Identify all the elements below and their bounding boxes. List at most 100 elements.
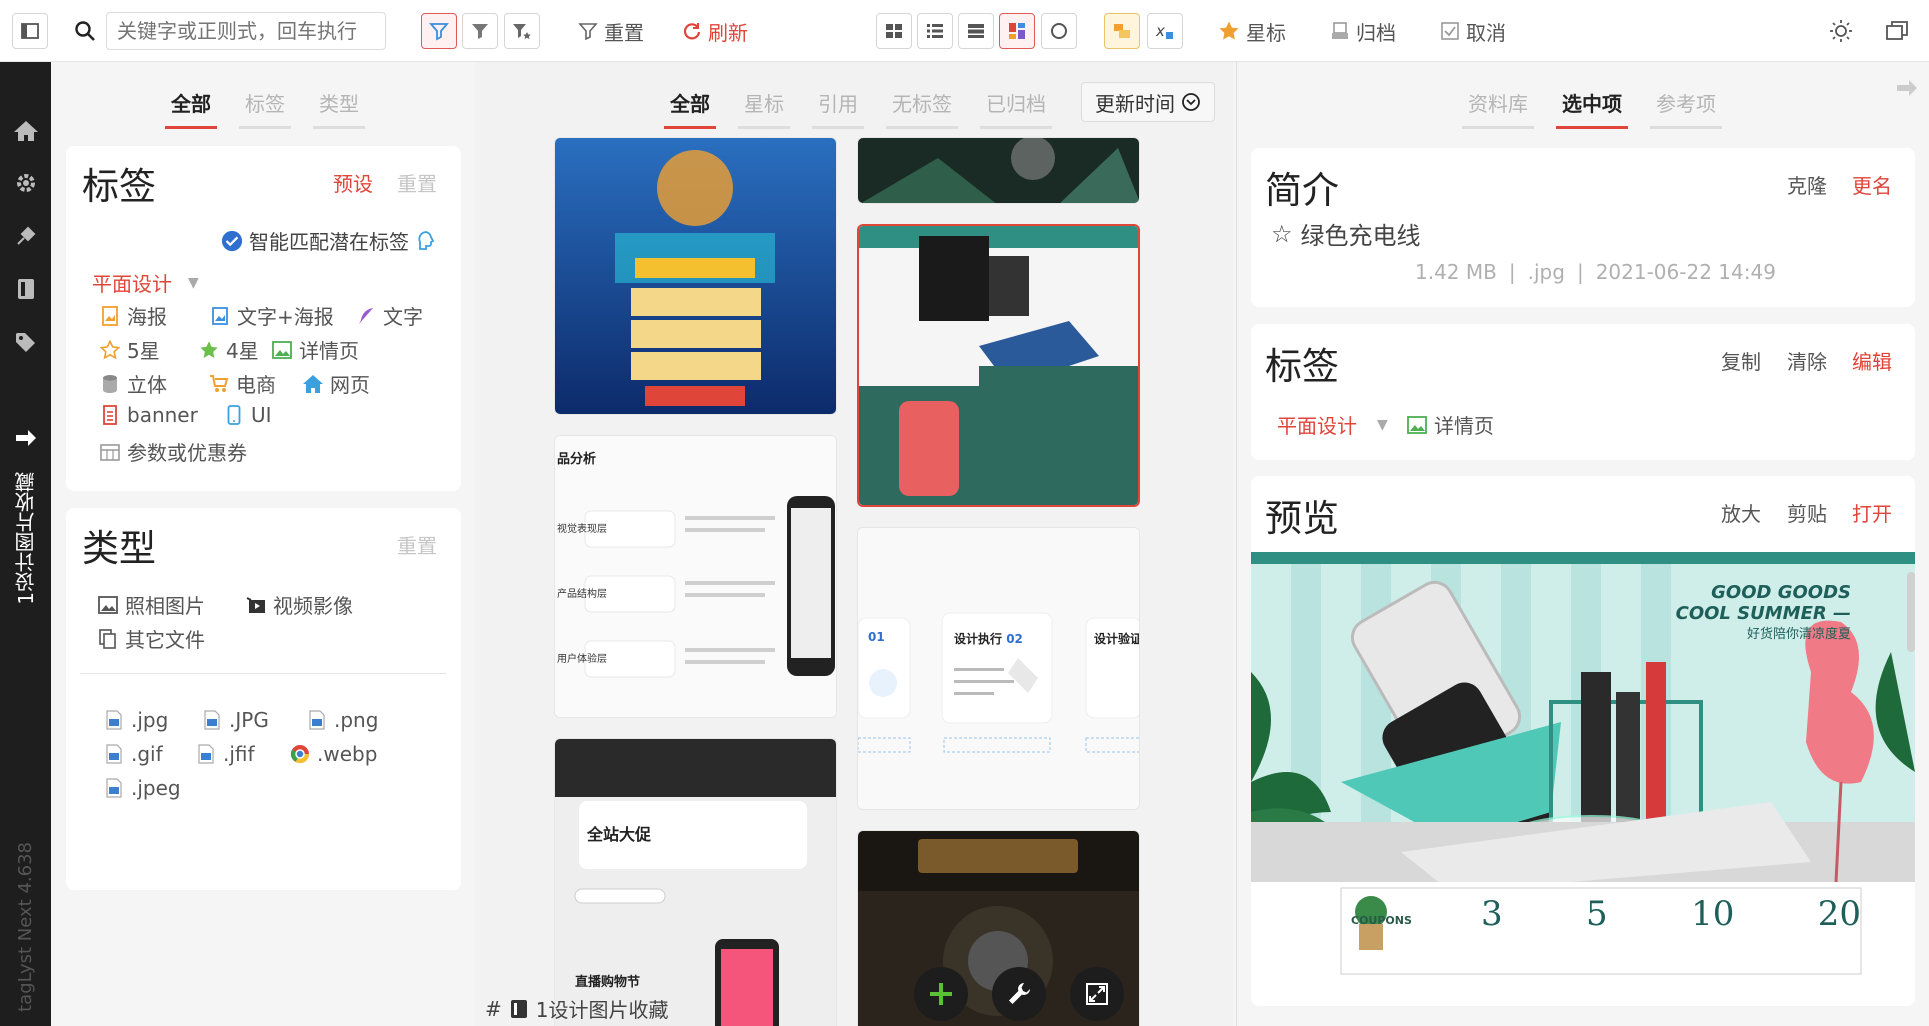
- tab-archived[interactable]: 已归档: [980, 84, 1052, 129]
- filter-solid-button[interactable]: [462, 13, 498, 49]
- scrollbar-thumb[interactable]: [1907, 572, 1915, 652]
- extension-item[interactable]: .webp: [289, 742, 377, 766]
- collection-footer: # 1设计图片收藏: [485, 996, 669, 1023]
- smart-match-toggle[interactable]: 智能匹配潜在标签: [221, 226, 437, 255]
- extension-item[interactable]: .png: [306, 708, 378, 732]
- tag-item[interactable]: 详情页: [1406, 410, 1494, 439]
- calendar-icon: [99, 441, 121, 463]
- tab-all[interactable]: 全部: [165, 84, 217, 129]
- reset-button[interactable]: 重置: [578, 13, 644, 49]
- search-input[interactable]: [106, 12, 386, 50]
- thumbnail-promo[interactable]: 全站大促 直播购物节: [554, 738, 837, 1026]
- tab-library[interactable]: 资料库: [1462, 84, 1534, 129]
- toggle-sidebar-button[interactable]: [12, 13, 48, 49]
- tag-item[interactable]: 海报: [99, 301, 167, 330]
- add-button[interactable]: [914, 967, 968, 1021]
- clear-tags-button[interactable]: 清除: [1787, 346, 1827, 375]
- caret-down-icon: ▼: [1377, 416, 1388, 433]
- tag-item[interactable]: 网页: [302, 369, 370, 398]
- tab-types[interactable]: 类型: [313, 84, 365, 129]
- tags-icon[interactable]: [12, 328, 40, 356]
- tag-item[interactable]: 立体: [99, 369, 167, 398]
- tag-item[interactable]: 参数或优惠券: [99, 437, 247, 466]
- tag-group-flat-design[interactable]: 平面设计 ▼: [92, 268, 199, 297]
- archive-button[interactable]: 归档: [1330, 13, 1396, 49]
- tag-item[interactable]: 4星: [198, 335, 259, 364]
- collapse-panel-button[interactable]: [1895, 78, 1919, 102]
- banner-icon: [99, 404, 121, 426]
- tab-untagged[interactable]: 无标签: [886, 84, 958, 129]
- image-file-icon: [103, 777, 125, 799]
- picture-icon: [1406, 414, 1428, 436]
- tag-item[interactable]: UI: [223, 403, 272, 427]
- book-icon[interactable]: [12, 275, 40, 303]
- view-grid-button[interactable]: [876, 13, 912, 49]
- filter-button[interactable]: [421, 13, 457, 49]
- left-panel: 全部 标签 类型 标签 预设 重置 智能匹配潜在标签 平面设计 ▼ 海报 文字+…: [51, 62, 475, 1026]
- star-button[interactable]: 星标: [1218, 13, 1286, 49]
- tag-item[interactable]: 文字: [355, 301, 423, 330]
- preset-button[interactable]: 预设: [333, 168, 373, 197]
- fullscreen-button[interactable]: [1070, 967, 1124, 1021]
- copy-tags-button[interactable]: 复制: [1721, 346, 1761, 375]
- theme-toggle-button[interactable]: [1826, 13, 1856, 49]
- tag-item[interactable]: 电商: [208, 369, 276, 398]
- caret-down-icon: ▼: [188, 274, 199, 291]
- extension-item[interactable]: .jpg: [103, 708, 168, 732]
- edit-tags-button[interactable]: 编辑: [1852, 346, 1892, 375]
- extension-item[interactable]: .gif: [103, 742, 163, 766]
- types-reset-button[interactable]: 重置: [397, 530, 437, 559]
- thumbnail-analysis[interactable]: 品分析 视觉表现层 产品结构层 用户体验层: [554, 435, 837, 718]
- plugin-icon[interactable]: [12, 222, 40, 250]
- rows-icon: [968, 24, 984, 38]
- gear-icon[interactable]: [12, 169, 40, 197]
- arrow-right-icon[interactable]: [12, 424, 40, 452]
- view-circle-button[interactable]: [1041, 13, 1077, 49]
- rename-button[interactable]: 更名: [1852, 170, 1892, 199]
- tab-reference[interactable]: 参考项: [1650, 84, 1722, 129]
- zoom-button[interactable]: 放大: [1721, 498, 1761, 527]
- sort-dropdown[interactable]: 更新时间: [1081, 82, 1215, 122]
- thumbnail-game-poster[interactable]: [554, 137, 837, 415]
- tag-group-flat-design[interactable]: 平面设计 ▼: [1277, 410, 1388, 439]
- tab-starred[interactable]: 星标: [738, 84, 790, 129]
- formula-button[interactable]: x: [1147, 13, 1183, 49]
- collection-name-vertical[interactable]: 1设计图片收藏: [0, 472, 51, 605]
- cancel-button[interactable]: 取消: [1440, 13, 1506, 49]
- clone-button[interactable]: 克隆: [1787, 170, 1827, 199]
- type-item[interactable]: 照相图片: [97, 590, 205, 619]
- tag-item[interactable]: 详情页: [271, 335, 359, 364]
- view-masonry-button[interactable]: [999, 13, 1035, 49]
- home-icon[interactable]: [12, 117, 40, 145]
- tab-selected[interactable]: 选中项: [1556, 84, 1628, 129]
- tab-tags[interactable]: 标签: [239, 84, 291, 129]
- star-filled-icon: [198, 339, 220, 361]
- filter-star-button[interactable]: [504, 13, 540, 49]
- extension-item[interactable]: .jpeg: [103, 776, 181, 800]
- video-icon: [245, 594, 267, 616]
- star-outline-icon[interactable]: ☆: [1271, 220, 1293, 248]
- preview-image[interactable]: GOOD GOODS COOL SUMMER — 好货陪你清凉度夏 COUPON…: [1251, 552, 1915, 988]
- window-button[interactable]: [1882, 13, 1912, 49]
- tab-referenced[interactable]: 引用: [812, 84, 864, 129]
- paste-button[interactable]: 剪贴: [1787, 498, 1827, 527]
- tag-item[interactable]: 5星: [99, 335, 160, 364]
- folder-tags-button[interactable]: [1104, 13, 1140, 49]
- thumbnail-selected-chip[interactable]: [857, 224, 1140, 507]
- type-item[interactable]: 视频影像: [245, 590, 353, 619]
- tags-reset-button[interactable]: 重置: [397, 168, 437, 197]
- tag-item[interactable]: banner: [99, 403, 198, 427]
- thumbnail-design-steps[interactable]: 01 设计执行 02 设计验证: [857, 527, 1140, 810]
- thumbnail-dark-banner[interactable]: [857, 137, 1140, 204]
- image-file-icon: [306, 709, 328, 731]
- tools-button[interactable]: [992, 967, 1046, 1021]
- refresh-button[interactable]: 刷新: [682, 13, 748, 49]
- tag-item[interactable]: 文字+海报: [209, 301, 334, 330]
- view-list-button[interactable]: [917, 13, 953, 49]
- type-item[interactable]: 其它文件: [97, 624, 205, 653]
- view-rows-button[interactable]: [958, 13, 994, 49]
- open-button[interactable]: 打开: [1852, 498, 1892, 527]
- extension-item[interactable]: .JPG: [201, 708, 269, 732]
- tab-all[interactable]: 全部: [664, 84, 716, 129]
- extension-item[interactable]: .jfif: [195, 742, 255, 766]
